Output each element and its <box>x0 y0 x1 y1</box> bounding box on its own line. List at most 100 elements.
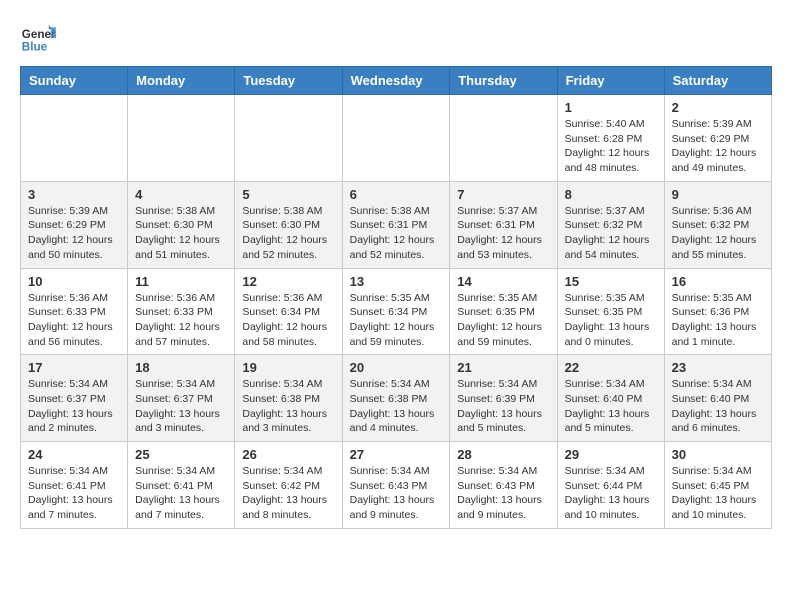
day-info: Sunrise: 5:37 AM Sunset: 6:32 PM Dayligh… <box>565 204 657 263</box>
calendar-day-cell: 12Sunrise: 5:36 AM Sunset: 6:34 PM Dayli… <box>235 268 342 355</box>
day-info: Sunrise: 5:39 AM Sunset: 6:29 PM Dayligh… <box>672 117 764 176</box>
day-info: Sunrise: 5:36 AM Sunset: 6:32 PM Dayligh… <box>672 204 764 263</box>
calendar-day-cell: 16 Sunrise: 5:35 AM Sunset: 6:36 PM Dayli… <box>664 268 771 355</box>
calendar-week-row: 10 Sunrise: 5:36 AM Sunset: 6:33 PM Dayli… <box>21 268 772 355</box>
empty-cell <box>342 95 450 182</box>
day-number: 16 <box>672 274 764 289</box>
calendar-day-cell: 3 Sunrise: 5:39 AM Sunset: 6:29 PM Daylig… <box>21 181 128 268</box>
day-number: 29 <box>565 447 657 462</box>
logo-icon: General Blue <box>20 20 56 56</box>
day-number: 9 <box>672 187 764 202</box>
day-info: Sunrise: 5:34 AM Sunset: 6:42 PM Dayligh… <box>242 464 334 523</box>
day-info: Sunrise: 5:36 AM Sunset: 6:33 PM Dayligh… <box>135 291 227 350</box>
day-number: 12 <box>242 274 334 289</box>
day-info: Sunrise: 5:38 AM Sunset: 6:30 PM Dayligh… <box>135 204 227 263</box>
calendar-day-cell: 8 Sunrise: 5:37 AM Sunset: 6:32 PM Daylig… <box>557 181 664 268</box>
day-info: Sunrise: 5:34 AM Sunset: 6:40 PM Dayligh… <box>565 377 657 436</box>
day-info: Sunrise: 5:34 AM Sunset: 6:43 PM Dayligh… <box>457 464 549 523</box>
day-number: 18 <box>135 360 227 375</box>
day-number: 26 <box>242 447 334 462</box>
weekday-header-friday: Friday <box>557 67 664 95</box>
calendar-day-cell: 7 Sunrise: 5:37 AM Sunset: 6:31 PM Daylig… <box>450 181 557 268</box>
day-number: 2 <box>672 100 764 115</box>
weekday-header-monday: Monday <box>128 67 235 95</box>
svg-text:Blue: Blue <box>22 41 48 54</box>
empty-cell <box>128 95 235 182</box>
day-number: 3 <box>28 187 120 202</box>
calendar-week-row: 1 Sunrise: 5:40 AM Sunset: 6:28 PM Daylig… <box>21 95 772 182</box>
day-info: Sunrise: 5:40 AM Sunset: 6:28 PM Dayligh… <box>565 117 657 176</box>
calendar-day-cell: 19 Sunrise: 5:34 AM Sunset: 6:38 PM Dayli… <box>235 355 342 442</box>
day-info: Sunrise: 5:37 AM Sunset: 6:31 PM Dayligh… <box>457 204 549 263</box>
calendar-day-cell: 17Sunrise: 5:34 AM Sunset: 6:37 PM Dayli… <box>21 355 128 442</box>
calendar-day-cell: 10 Sunrise: 5:36 AM Sunset: 6:33 PM Dayli… <box>21 268 128 355</box>
calendar-day-cell: 27 Sunrise: 5:34 AM Sunset: 6:43 PM Dayli… <box>342 442 450 529</box>
logo: General Blue <box>20 20 56 56</box>
day-number: 6 <box>350 187 443 202</box>
calendar-day-cell: 15 Sunrise: 5:35 AM Sunset: 6:35 PM Dayli… <box>557 268 664 355</box>
calendar-day-cell: 28 Sunrise: 5:34 AM Sunset: 6:43 PM Dayli… <box>450 442 557 529</box>
day-info: Sunrise: 5:35 AM Sunset: 6:36 PM Dayligh… <box>672 291 764 350</box>
day-info: Sunrise: 5:34 AM Sunset: 6:40 PM Dayligh… <box>672 377 764 436</box>
day-number: 15 <box>565 274 657 289</box>
calendar-day-cell: 23Sunrise: 5:34 AM Sunset: 6:40 PM Dayli… <box>664 355 771 442</box>
day-info: Sunrise: 5:34 AM Sunset: 6:39 PM Dayligh… <box>457 377 549 436</box>
day-number: 19 <box>242 360 334 375</box>
day-info: Sunrise: 5:34 AM Sunset: 6:41 PM Dayligh… <box>135 464 227 523</box>
weekday-header-sunday: Sunday <box>21 67 128 95</box>
calendar-day-cell: 14Sunrise: 5:35 AM Sunset: 6:35 PM Dayli… <box>450 268 557 355</box>
calendar-day-cell: 11 Sunrise: 5:36 AM Sunset: 6:33 PM Dayli… <box>128 268 235 355</box>
day-info: Sunrise: 5:39 AM Sunset: 6:29 PM Dayligh… <box>28 204 120 263</box>
weekday-header-thursday: Thursday <box>450 67 557 95</box>
day-number: 4 <box>135 187 227 202</box>
day-info: Sunrise: 5:38 AM Sunset: 6:30 PM Dayligh… <box>242 204 334 263</box>
day-info: Sunrise: 5:34 AM Sunset: 6:45 PM Dayligh… <box>672 464 764 523</box>
day-number: 10 <box>28 274 120 289</box>
day-number: 8 <box>565 187 657 202</box>
day-info: Sunrise: 5:34 AM Sunset: 6:37 PM Dayligh… <box>28 377 120 436</box>
day-info: Sunrise: 5:34 AM Sunset: 6:38 PM Dayligh… <box>242 377 334 436</box>
day-info: Sunrise: 5:34 AM Sunset: 6:37 PM Dayligh… <box>135 377 227 436</box>
day-number: 13 <box>350 274 443 289</box>
calendar-week-row: 3 Sunrise: 5:39 AM Sunset: 6:29 PM Daylig… <box>21 181 772 268</box>
calendar-week-row: 24 Sunrise: 5:34 AM Sunset: 6:41 PM Dayli… <box>21 442 772 529</box>
calendar-day-cell: 20Sunrise: 5:34 AM Sunset: 6:38 PM Dayli… <box>342 355 450 442</box>
calendar-day-cell: 29 Sunrise: 5:34 AM Sunset: 6:44 PM Dayli… <box>557 442 664 529</box>
weekday-header-wednesday: Wednesday <box>342 67 450 95</box>
day-number: 27 <box>350 447 443 462</box>
day-info: Sunrise: 5:34 AM Sunset: 6:43 PM Dayligh… <box>350 464 443 523</box>
day-number: 22 <box>565 360 657 375</box>
page-header: General Blue <box>20 20 772 56</box>
day-number: 24 <box>28 447 120 462</box>
day-number: 25 <box>135 447 227 462</box>
day-number: 30 <box>672 447 764 462</box>
day-number: 20 <box>350 360 443 375</box>
calendar-day-cell: 1 Sunrise: 5:40 AM Sunset: 6:28 PM Daylig… <box>557 95 664 182</box>
day-number: 21 <box>457 360 549 375</box>
day-number: 1 <box>565 100 657 115</box>
calendar-day-cell: 5 Sunrise: 5:38 AM Sunset: 6:30 PM Daylig… <box>235 181 342 268</box>
day-number: 28 <box>457 447 549 462</box>
calendar-day-cell: 26 Sunrise: 5:34 AM Sunset: 6:42 PM Dayli… <box>235 442 342 529</box>
day-number: 5 <box>242 187 334 202</box>
calendar-day-cell: 25 Sunrise: 5:34 AM Sunset: 6:41 PM Dayli… <box>128 442 235 529</box>
calendar-day-cell: 21 Sunrise: 5:34 AM Sunset: 6:39 PM Dayli… <box>450 355 557 442</box>
weekday-header-tuesday: Tuesday <box>235 67 342 95</box>
day-number: 7 <box>457 187 549 202</box>
day-info: Sunrise: 5:34 AM Sunset: 6:41 PM Dayligh… <box>28 464 120 523</box>
day-info: Sunrise: 5:35 AM Sunset: 6:35 PM Dayligh… <box>565 291 657 350</box>
day-number: 11 <box>135 274 227 289</box>
calendar-header-row: SundayMondayTuesdayWednesdayThursdayFrid… <box>21 67 772 95</box>
calendar-week-row: 17Sunrise: 5:34 AM Sunset: 6:37 PM Dayli… <box>21 355 772 442</box>
weekday-header-saturday: Saturday <box>664 67 771 95</box>
calendar-day-cell: 2 Sunrise: 5:39 AM Sunset: 6:29 PM Daylig… <box>664 95 771 182</box>
calendar-day-cell: 4 Sunrise: 5:38 AM Sunset: 6:30 PM Daylig… <box>128 181 235 268</box>
calendar-day-cell: 18 Sunrise: 5:34 AM Sunset: 6:37 PM Dayli… <box>128 355 235 442</box>
day-info: Sunrise: 5:34 AM Sunset: 6:44 PM Dayligh… <box>565 464 657 523</box>
calendar-table: SundayMondayTuesdayWednesdayThursdayFrid… <box>20 66 772 529</box>
calendar-day-cell: 9 Sunrise: 5:36 AM Sunset: 6:32 PM Daylig… <box>664 181 771 268</box>
day-info: Sunrise: 5:36 AM Sunset: 6:33 PM Dayligh… <box>28 291 120 350</box>
day-info: Sunrise: 5:35 AM Sunset: 6:34 PM Dayligh… <box>350 291 443 350</box>
empty-cell <box>235 95 342 182</box>
calendar-day-cell: 24 Sunrise: 5:34 AM Sunset: 6:41 PM Dayli… <box>21 442 128 529</box>
